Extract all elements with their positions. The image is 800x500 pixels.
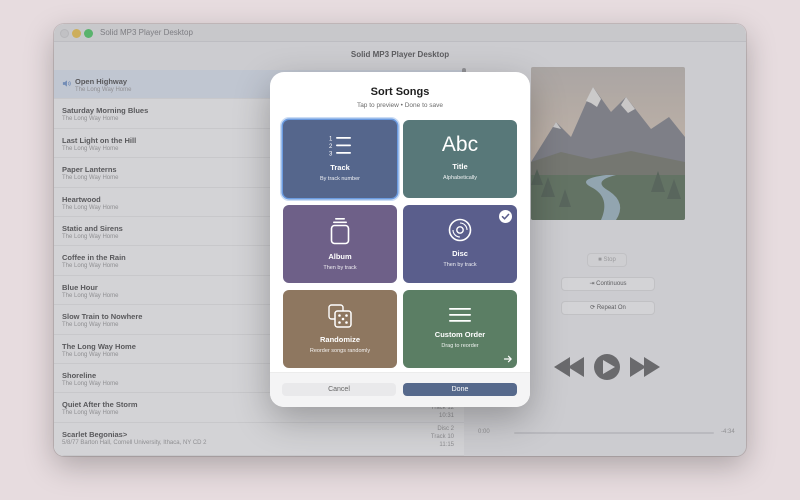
card-label: Disc [452, 249, 468, 258]
sort-option-track[interactable]: 1 2 3 Track By track number [283, 120, 397, 198]
svg-text:2: 2 [329, 144, 333, 150]
done-button[interactable]: Done [403, 383, 517, 396]
dice-icon [283, 303, 397, 331]
card-description: Reorder songs randomly [309, 348, 371, 354]
arrow-right-icon [503, 355, 512, 363]
sort-option-randomize[interactable]: Randomize Reorder songs randomly [283, 290, 397, 368]
card-description: By track number [319, 176, 361, 182]
card-description: Then by track [323, 265, 357, 271]
dialog-subtitle: Tap to preview • Done to save [356, 102, 444, 109]
cancel-button[interactable]: Cancel [282, 383, 396, 396]
card-description: Then by track [443, 262, 477, 268]
card-description: Drag to reorder [441, 343, 479, 349]
card-label: Track [330, 163, 350, 172]
dialog-footer: Cancel Done [270, 372, 530, 407]
svg-text:3: 3 [329, 152, 333, 158]
abc-text-icon: Abc [441, 133, 479, 156]
card-label: Title [452, 162, 468, 171]
card-description: Alphabetically [443, 175, 477, 181]
album-stack-icon [283, 217, 397, 245]
sort-option-disc[interactable]: Disc Then by track [403, 205, 517, 283]
sort-option-album[interactable]: Album Then by track [283, 205, 397, 283]
numbered-list-icon: 1 2 3 [283, 134, 397, 162]
dialog-title: Sort Songs [370, 86, 430, 98]
card-label: Randomize [319, 335, 360, 344]
card-label: Album [328, 252, 352, 261]
sort-songs-dialog: Sort Songs Tap to preview • Done to save… [270, 72, 530, 407]
sort-option-title[interactable]: Abc Title Alphabetically [403, 120, 517, 198]
card-label: Custom Order [434, 330, 486, 339]
sort-option-custom-order[interactable]: Custom Order Drag to reorder [403, 290, 517, 368]
disc-icon [403, 218, 517, 246]
svg-text:1: 1 [329, 137, 333, 143]
